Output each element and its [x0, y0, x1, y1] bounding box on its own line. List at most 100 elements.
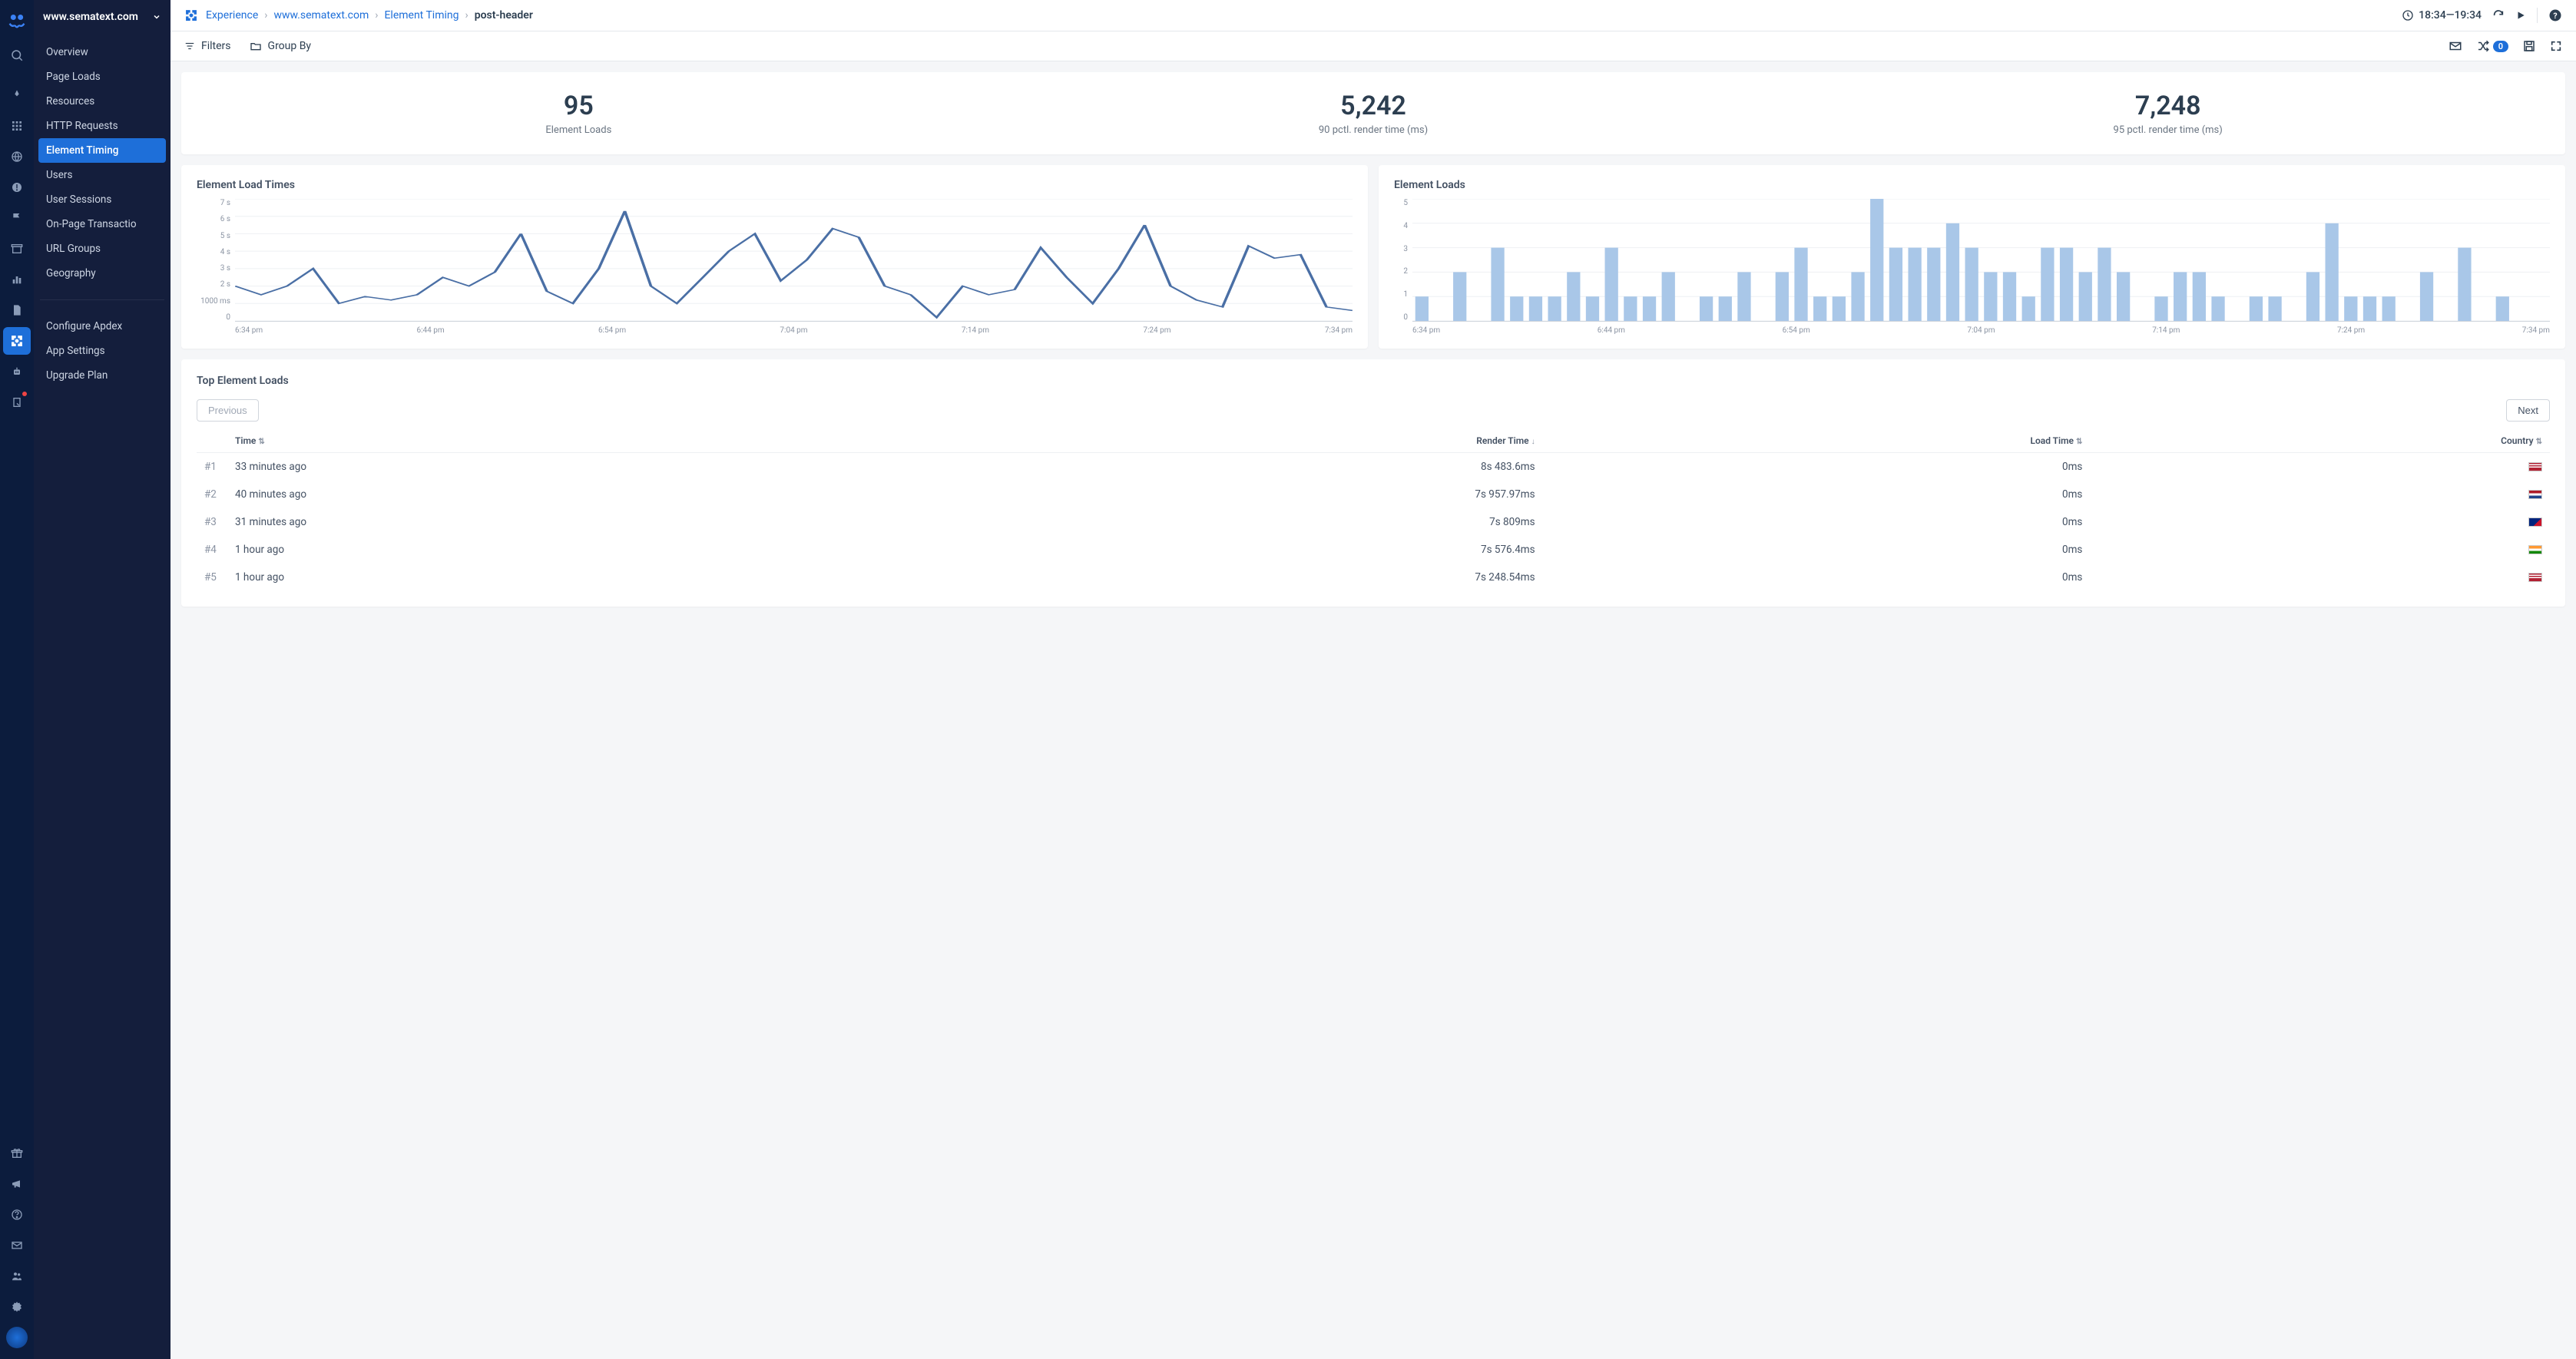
- mail-action-icon[interactable]: [2449, 39, 2462, 53]
- kpi-label: 90 pctl. render time (ms): [976, 124, 1771, 136]
- kpi-value: 95: [181, 91, 976, 121]
- flag-icon[interactable]: [3, 204, 31, 232]
- group-by-button[interactable]: Group By: [250, 40, 312, 52]
- sidebar-item[interactable]: Resources: [38, 89, 166, 114]
- table-row[interactable]: #240 minutes ago7s 957.97ms0ms: [197, 481, 2550, 508]
- flag-icon: [2528, 462, 2542, 471]
- users-icon[interactable]: [3, 1262, 31, 1290]
- filter-icon: [184, 41, 195, 51]
- sidebar-item[interactable]: On-Page Transactio: [38, 212, 166, 236]
- chart-element-loads: Element Loads 543210 6:34 pm6:44 pm6:54 …: [1379, 165, 2565, 349]
- main-area: Experience›www.sematext.com›Element Timi…: [171, 0, 2576, 1359]
- kpi: 7,248 95 pctl. render time (ms): [1770, 91, 2565, 136]
- gift-icon[interactable]: [3, 1139, 31, 1167]
- help-button[interactable]: ?: [2548, 8, 2562, 22]
- chart-title: Element Load Times: [197, 179, 1353, 191]
- breadcrumb-item[interactable]: Experience: [206, 9, 258, 21]
- group-by-label: Group By: [268, 40, 312, 52]
- flag-icon: [2528, 573, 2542, 582]
- settings-icon[interactable]: [3, 1293, 31, 1321]
- clock-icon: [2402, 9, 2414, 21]
- kpi-label: 95 pctl. render time (ms): [1770, 124, 2565, 136]
- kpi-label: Element Loads: [181, 124, 976, 136]
- previous-button[interactable]: Previous: [197, 399, 259, 422]
- icon-rail: [0, 0, 34, 1359]
- globe-icon[interactable]: [3, 143, 31, 170]
- column-header[interactable]: Render Time↓: [931, 429, 1542, 453]
- sidebar-item[interactable]: Users: [38, 163, 166, 187]
- sidebar-item[interactable]: Page Loads: [38, 64, 166, 89]
- nav-divider: [40, 299, 164, 300]
- breadcrumb-icon: [184, 8, 198, 22]
- line-plot: [235, 199, 1353, 322]
- chart-icon[interactable]: [3, 266, 31, 293]
- filterbar: Filters Group By 0: [171, 31, 2576, 61]
- robot-icon[interactable]: [3, 358, 31, 385]
- shuffle-icon[interactable]: 0: [2476, 39, 2508, 53]
- chevron-down-icon: [152, 12, 161, 21]
- sidebar-header[interactable]: www.sematext.com: [34, 0, 171, 34]
- column-header[interactable]: Country⇅: [2090, 429, 2550, 453]
- kpi-row: 95 Element Loads5,242 90 pctl. render time…: [181, 72, 2565, 154]
- breadcrumb-item[interactable]: www.sematext.com: [273, 9, 369, 21]
- flag-icon: [2528, 490, 2542, 499]
- chart-title: Element Loads: [1394, 179, 2550, 191]
- column-header[interactable]: Load Time⇅: [1543, 429, 2091, 453]
- refresh-button[interactable]: [2492, 9, 2505, 21]
- breadcrumb-item[interactable]: Element Timing: [384, 9, 459, 21]
- kpi: 95 Element Loads: [181, 91, 976, 136]
- kpi-value: 7,248: [1770, 91, 2565, 121]
- clipboard-icon[interactable]: [3, 389, 31, 416]
- sidebar: www.sematext.com OverviewPage LoadsResou…: [34, 0, 171, 1359]
- megaphone-icon[interactable]: [3, 1170, 31, 1198]
- sidebar-item[interactable]: Configure Apdex: [38, 314, 166, 339]
- column-header[interactable]: Time⇅: [227, 429, 931, 453]
- kpi-value: 5,242: [976, 91, 1771, 121]
- expand-icon[interactable]: [2550, 40, 2562, 52]
- sidebar-item[interactable]: Upgrade Plan: [38, 363, 166, 388]
- app-logo[interactable]: [5, 8, 29, 32]
- sidebar-item[interactable]: Element Timing: [38, 138, 166, 163]
- sidebar-item[interactable]: HTTP Requests: [38, 114, 166, 138]
- sidebar-item[interactable]: User Sessions: [38, 187, 166, 212]
- next-button[interactable]: Next: [2506, 399, 2550, 422]
- apps-grid-icon[interactable]: [3, 112, 31, 140]
- svg-text:?: ?: [2553, 11, 2557, 21]
- flag-icon: [2528, 545, 2542, 554]
- alert-icon[interactable]: [3, 174, 31, 201]
- folder-icon: [250, 40, 262, 52]
- sidebar-item[interactable]: URL Groups: [38, 236, 166, 261]
- search-icon[interactable]: [3, 41, 31, 69]
- x-axis: 6:34 pm6:44 pm6:54 pm7:04 pm7:14 pm7:24 …: [1394, 326, 2550, 335]
- sidebar-item[interactable]: Geography: [38, 261, 166, 286]
- table-row[interactable]: #51 hour ago7s 248.54ms0ms: [197, 564, 2550, 591]
- save-icon[interactable]: [2522, 39, 2536, 53]
- table-card: Top Element Loads Previous Next Time⇅Ren…: [181, 359, 2565, 607]
- table-row[interactable]: #331 minutes ago7s 809ms0ms: [197, 508, 2550, 536]
- shuffle-badge: 0: [2493, 41, 2508, 52]
- play-button[interactable]: [2515, 10, 2526, 21]
- topbar: Experience›www.sematext.com›Element Timi…: [171, 0, 2576, 31]
- table-row[interactable]: #133 minutes ago8s 483.6ms0ms: [197, 453, 2550, 481]
- target-icon[interactable]: [3, 327, 31, 355]
- file-icon[interactable]: [3, 296, 31, 324]
- bar-plot: [1412, 199, 2550, 322]
- world-icon[interactable]: [3, 1324, 31, 1351]
- sidebar-item[interactable]: Overview: [38, 40, 166, 64]
- table-title: Top Element Loads: [197, 375, 2550, 387]
- time-range-label: 18:34—19:34: [2419, 9, 2482, 21]
- chart-load-times: Element Load Times 7 s6 s5 s4 s3 s2 s100…: [181, 165, 1368, 349]
- table-row[interactable]: #41 hour ago7s 576.4ms0ms: [197, 536, 2550, 564]
- rocket-icon[interactable]: [3, 81, 31, 109]
- archive-icon[interactable]: [3, 235, 31, 263]
- kpi: 5,242 90 pctl. render time (ms): [976, 91, 1771, 136]
- loads-table: Time⇅Render Time↓Load Time⇅Country⇅ #133…: [197, 429, 2550, 591]
- flag-icon: [2528, 517, 2542, 527]
- time-range-picker[interactable]: 18:34—19:34: [2402, 9, 2482, 21]
- sidebar-item[interactable]: App Settings: [38, 339, 166, 363]
- help-icon[interactable]: [3, 1201, 31, 1228]
- site-name: www.sematext.com: [43, 11, 138, 23]
- x-axis: 6:34 pm6:44 pm6:54 pm7:04 pm7:14 pm7:24 …: [197, 326, 1353, 335]
- mail-icon[interactable]: [3, 1232, 31, 1259]
- filters-button[interactable]: Filters: [184, 40, 231, 52]
